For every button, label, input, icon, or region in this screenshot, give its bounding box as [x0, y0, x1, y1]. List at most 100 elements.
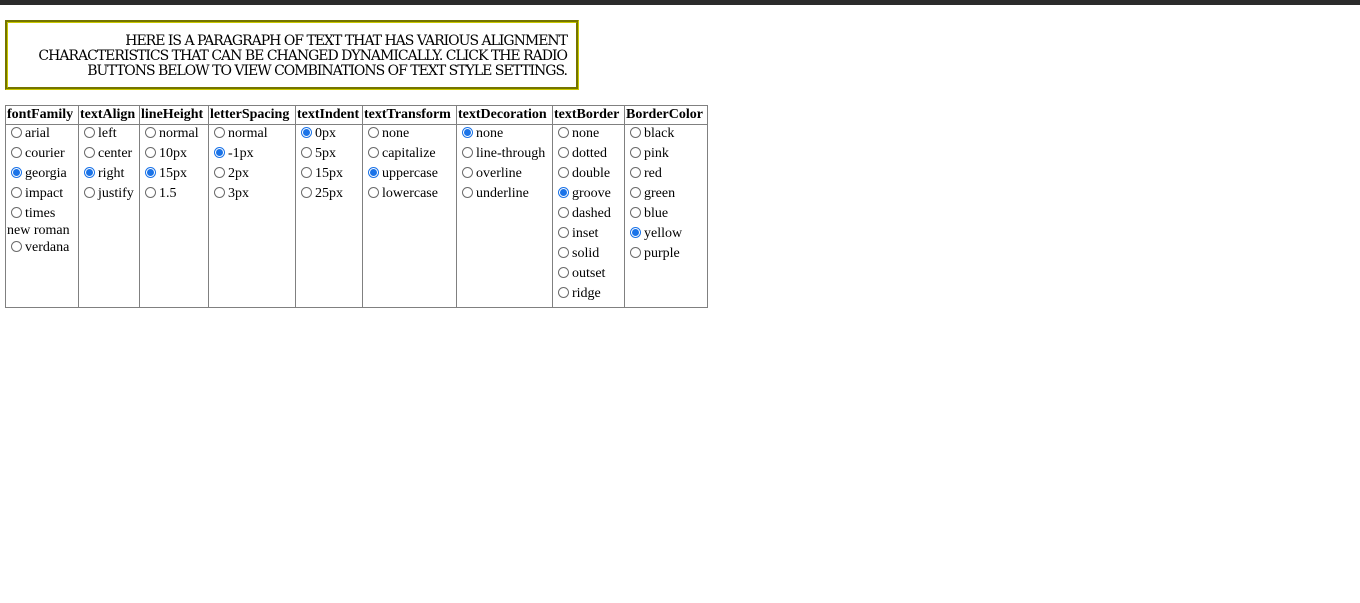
radio-option-textDecoration-1[interactable]: line-through [458, 145, 551, 165]
radio-option-fontFamily-5[interactable]: verdana [7, 239, 77, 259]
radio-option-lineHeight-2[interactable]: 15px [141, 165, 207, 185]
radio-option-label: center [98, 146, 133, 161]
radio-button[interactable] [558, 247, 569, 258]
radio-option-BorderColor-0[interactable]: black [626, 125, 706, 145]
radio-button[interactable] [84, 187, 95, 198]
radio-button[interactable] [301, 147, 312, 158]
radio-button[interactable] [214, 187, 225, 198]
radio-button[interactable] [558, 287, 569, 298]
radio-option-letterSpacing-0[interactable]: normal [210, 125, 294, 145]
radio-option-letterSpacing-3[interactable]: 3px [210, 185, 294, 205]
radio-option-textIndent-3[interactable]: 25px [297, 185, 361, 205]
radio-option-BorderColor-5[interactable]: yellow [626, 225, 706, 245]
radio-option-lineHeight-3[interactable]: 1.5 [141, 185, 207, 205]
radio-button[interactable] [368, 147, 379, 158]
radio-button[interactable] [630, 187, 641, 198]
radio-button[interactable] [11, 127, 22, 138]
radio-option-textTransform-1[interactable]: capitalize [364, 145, 455, 165]
radio-option-lineHeight-1[interactable]: 10px [141, 145, 207, 165]
radio-option-textBorder-4[interactable]: dashed [554, 205, 623, 225]
radio-button[interactable] [558, 167, 569, 178]
radio-button[interactable] [145, 187, 156, 198]
radio-button[interactable] [462, 167, 473, 178]
radio-option-letterSpacing-2[interactable]: 2px [210, 165, 294, 185]
radio-button[interactable] [214, 147, 225, 158]
radio-option-BorderColor-1[interactable]: pink [626, 145, 706, 165]
radio-option-textAlign-0[interactable]: left [80, 125, 138, 145]
radio-button[interactable] [558, 267, 569, 278]
column-header-textDecoration: textDecoration [456, 105, 553, 125]
radio-button[interactable] [630, 247, 641, 258]
radio-button[interactable] [84, 167, 95, 178]
radio-button[interactable] [558, 147, 569, 158]
radio-option-textTransform-3[interactable]: lowercase [364, 185, 455, 205]
radio-option-textDecoration-3[interactable]: underline [458, 185, 551, 205]
radio-button[interactable] [84, 127, 95, 138]
radio-button[interactable] [630, 167, 641, 178]
radio-option-textDecoration-0[interactable]: none [458, 125, 551, 145]
radio-button[interactable] [630, 207, 641, 218]
option-group-textBorder: none dotted double groove dashed inset solid ou… [552, 124, 625, 308]
radio-option-label: line-through [476, 146, 546, 161]
radio-option-label: green [644, 186, 676, 201]
radio-option-textBorder-6[interactable]: solid [554, 245, 623, 265]
radio-option-textIndent-0[interactable]: 0px [297, 125, 361, 145]
radio-option-textBorder-7[interactable]: outset [554, 265, 623, 285]
radio-option-textAlign-3[interactable]: justify [80, 185, 138, 205]
radio-button[interactable] [630, 147, 641, 158]
radio-button[interactable] [558, 127, 569, 138]
radio-option-BorderColor-2[interactable]: red [626, 165, 706, 185]
radio-button[interactable] [84, 147, 95, 158]
radio-button[interactable] [301, 127, 312, 138]
radio-button[interactable] [558, 227, 569, 238]
radio-option-letterSpacing-1[interactable]: -1px [210, 145, 294, 165]
radio-option-textBorder-0[interactable]: none [554, 125, 623, 145]
radio-button[interactable] [145, 147, 156, 158]
radio-option-fontFamily-0[interactable]: arial [7, 125, 77, 145]
radio-option-textTransform-0[interactable]: none [364, 125, 455, 145]
radio-button[interactable] [11, 241, 22, 252]
radio-button[interactable] [462, 187, 473, 198]
radio-button[interactable] [368, 167, 379, 178]
radio-option-fontFamily-1[interactable]: courier [7, 145, 77, 165]
radio-option-BorderColor-4[interactable]: blue [626, 205, 706, 225]
column-header-lineHeight: lineHeight [139, 105, 209, 125]
radio-option-textIndent-2[interactable]: 15px [297, 165, 361, 185]
radio-button[interactable] [11, 187, 22, 198]
radio-button[interactable] [11, 167, 22, 178]
radio-button[interactable] [368, 127, 379, 138]
radio-button[interactable] [301, 167, 312, 178]
radio-option-BorderColor-6[interactable]: purple [626, 245, 706, 265]
radio-button[interactable] [11, 147, 22, 158]
radio-option-textIndent-1[interactable]: 5px [297, 145, 361, 165]
radio-option-textBorder-1[interactable]: dotted [554, 145, 623, 165]
radio-option-label: groove [572, 186, 611, 201]
radio-option-textDecoration-2[interactable]: overline [458, 165, 551, 185]
radio-option-textAlign-2[interactable]: right [80, 165, 138, 185]
radio-button[interactable] [145, 127, 156, 138]
radio-option-fontFamily-3[interactable]: impact [7, 185, 77, 205]
radio-button[interactable] [630, 127, 641, 138]
radio-button[interactable] [145, 167, 156, 178]
radio-option-textBorder-2[interactable]: double [554, 165, 623, 185]
radio-option-fontFamily-2[interactable]: georgia [7, 165, 77, 185]
radio-button[interactable] [558, 207, 569, 218]
radio-option-textTransform-2[interactable]: uppercase [364, 165, 455, 185]
radio-option-textBorder-3[interactable]: groove [554, 185, 623, 205]
radio-option-lineHeight-0[interactable]: normal [141, 125, 207, 145]
radio-option-BorderColor-3[interactable]: green [626, 185, 706, 205]
radio-button[interactable] [630, 227, 641, 238]
radio-option-label: none [476, 126, 504, 141]
radio-button[interactable] [301, 187, 312, 198]
radio-option-fontFamily-4[interactable]: times new roman [7, 205, 77, 239]
radio-button[interactable] [462, 127, 473, 138]
radio-button[interactable] [214, 167, 225, 178]
radio-button[interactable] [462, 147, 473, 158]
radio-option-textBorder-5[interactable]: inset [554, 225, 623, 245]
radio-option-textBorder-8[interactable]: ridge [554, 285, 623, 305]
radio-option-textAlign-1[interactable]: center [80, 145, 138, 165]
radio-button[interactable] [214, 127, 225, 138]
radio-button[interactable] [11, 207, 22, 218]
radio-button[interactable] [558, 187, 569, 198]
radio-button[interactable] [368, 187, 379, 198]
